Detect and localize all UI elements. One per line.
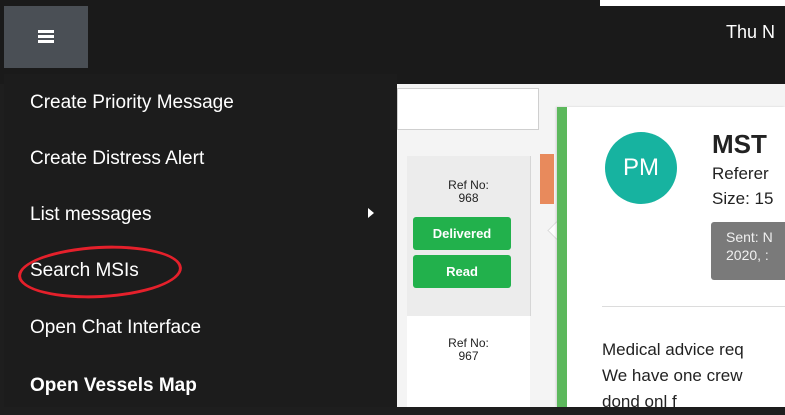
message-list-item[interactable]: Ref No: 967 [407,316,530,407]
ref-number: 967 [458,349,479,363]
body-line: dond onl f [602,392,677,411]
sidebar-menu: Create Priority Message Create Distress … [4,74,397,407]
menu-button[interactable] [4,6,88,68]
menu-item-list-messages[interactable]: List messages [30,204,151,226]
menu-item-create-distress-alert[interactable]: Create Distress Alert [30,148,204,170]
chevron-right-icon [368,208,374,218]
menu-item-open-chat-interface[interactable]: Open Chat Interface [30,317,201,339]
hamburger-icon [38,30,54,44]
date-text: Thu N [726,22,776,42]
search-input[interactable] [397,88,539,130]
body-line: Medical advice req [602,340,744,359]
delivered-badge: Delivered [413,217,511,250]
top-bar: Thu N [0,0,785,84]
menu-item-open-vessels-map[interactable]: Open Vessels Map [30,375,197,397]
sent-badge: Sent: N 2020, : [711,222,785,280]
menu-item-create-priority-message[interactable]: Create Priority Message [30,92,234,114]
reference-text: Referer [712,164,769,183]
message-detail-card: PM MST Referer Size: 15 Sent: N 2020, : … [557,107,785,411]
main-content: Ref No: 968 Delivered Read Ref No: 967 P… [397,84,785,411]
highlight-circle [16,241,184,303]
avatar: PM [605,132,677,204]
sender-name: MST [712,129,767,159]
ref-number: 968 [458,191,479,205]
top-strip [600,0,785,6]
message-list-item[interactable]: Ref No: 968 Delivered Read [407,156,531,316]
body-line: We have one crew [602,366,743,385]
read-badge: Read [413,255,511,288]
message-body: Medical advice req We have one crew dond… [602,337,744,415]
sent-line-1: Sent: N [726,229,773,245]
size-text: Size: 15 [712,189,774,208]
divider [602,306,785,307]
orange-tab [540,154,554,204]
sent-line-2: 2020, : [726,247,769,263]
